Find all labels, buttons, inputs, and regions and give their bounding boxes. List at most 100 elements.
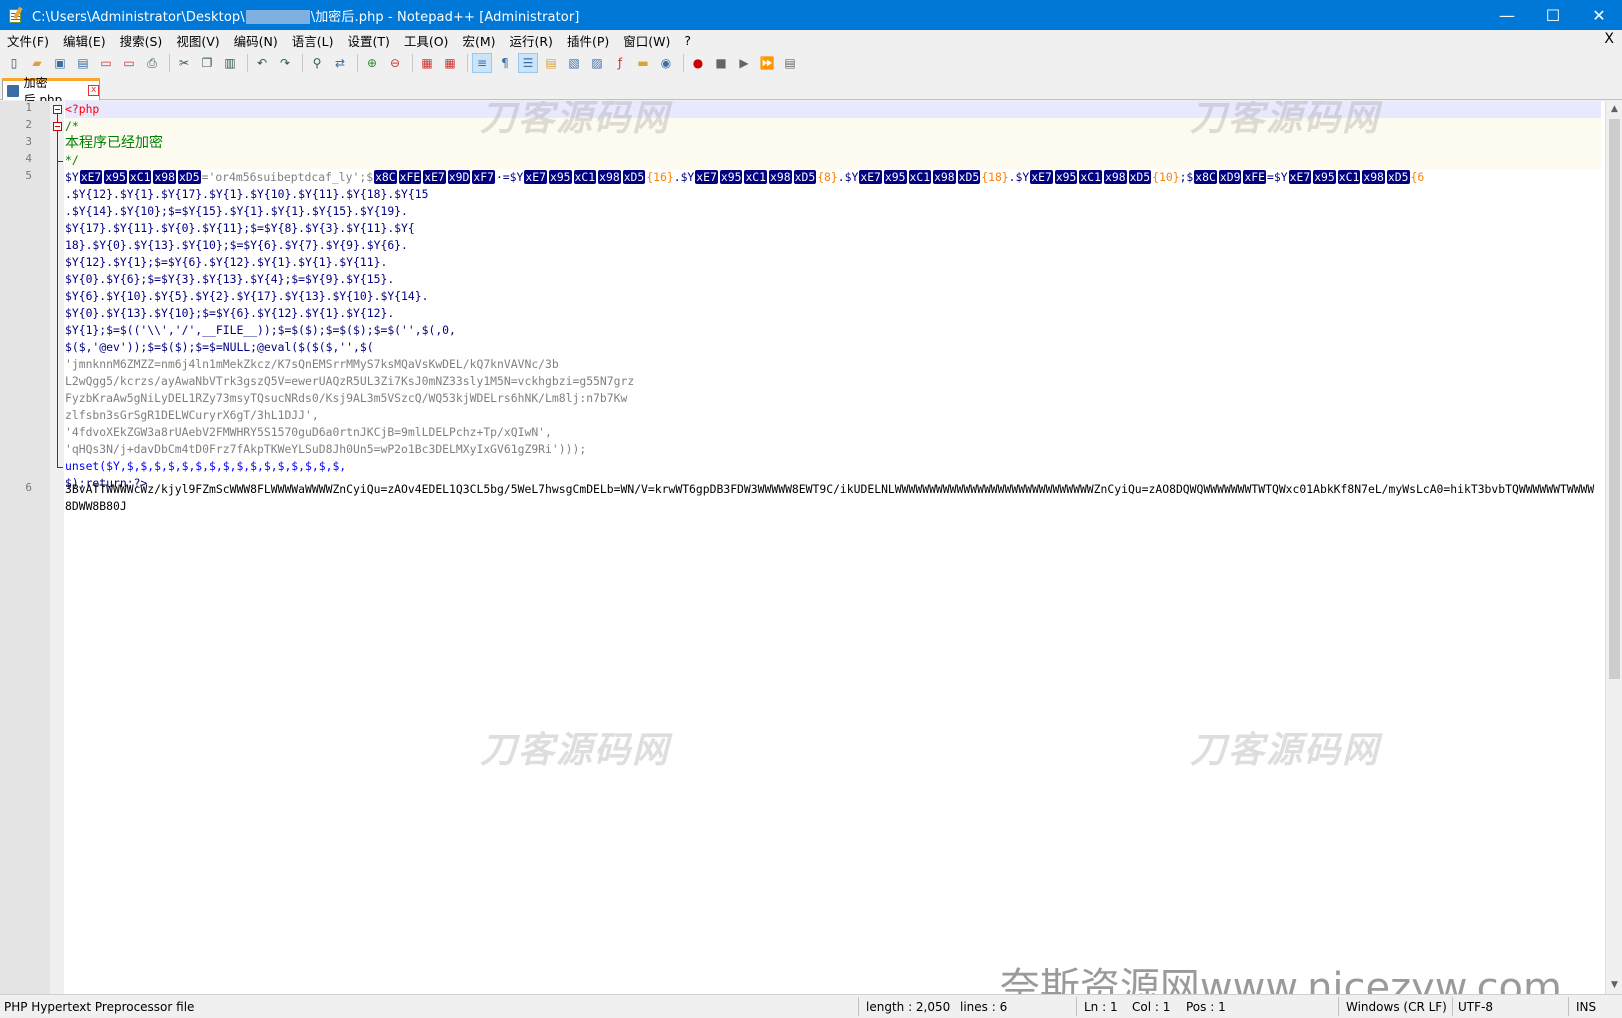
code-line-5-wrap: .$Y{14}.$Y{10};$=$Y{15}.$Y{1}.$Y{1}.$Y{1… [65,204,408,218]
scroll-up-icon[interactable]: ▲ [1606,101,1622,118]
status-encoding: UTF-8 [1458,1000,1493,1014]
doc-map-icon[interactable]: ▧ [564,53,584,73]
redo-icon[interactable]: ↷ [275,53,295,73]
close-window-button[interactable]: ✕ [1576,0,1622,30]
status-bar: PHP Hypertext Preprocessor file length :… [0,994,1622,1018]
line-number-gutter: 1 2 3 4 5 6 [0,101,50,994]
indent-guide-icon[interactable]: ☰ [518,53,538,73]
menu-help[interactable]: ? [677,33,698,48]
line-number: 2 [25,118,32,131]
code-line-5-wrap: $Y{6}.$Y{10}.$Y{5}.$Y{2}.$Y{17}.$Y{13}.$… [65,289,429,303]
close-document-button[interactable]: X [1604,31,1614,47]
code-line-5-wrap: 18}.$Y{0}.$Y{13}.$Y{10};$=$Y{6}.$Y{7}.$Y… [65,238,408,252]
record-macro-icon[interactable]: ● [688,53,708,73]
menu-search[interactable]: 搜索(S) [113,31,170,50]
status-separator [858,997,859,1016]
status-separator [1076,997,1077,1016]
watermark-text: 刀客源码网 [1190,101,1381,139]
stop-macro-icon[interactable]: ■ [711,53,731,73]
status-length: length : 2,050 [866,1000,951,1014]
paste-icon[interactable]: ▥ [220,53,240,73]
toolbar-separator [412,54,413,72]
toolbar: ▯ ▰ ▣ ▤ ▭ ▭ ⎙ ✂ ❐ ▥ ↶ ↷ ⚲ ⇄ ⊕ ⊖ ▦ ▦ ≡ ¶ … [0,50,1622,76]
vertical-scrollbar[interactable]: ▲ ▼ [1605,101,1622,994]
fold-margin [50,101,64,994]
status-ln: Ln : 1 [1084,1000,1118,1014]
menu-edit[interactable]: 编辑(E) [56,31,113,50]
menu-plugins[interactable]: 插件(P) [560,31,616,50]
status-lines: lines : 6 [960,1000,1008,1014]
close-tab-icon[interactable]: x [88,85,100,96]
close-icon[interactable]: ▭ [96,53,116,73]
undo-icon[interactable]: ↶ [252,53,272,73]
save-all-icon[interactable]: ▤ [73,53,93,73]
fold-toggle-icon[interactable] [53,122,62,131]
sync-v-icon[interactable]: ▦ [417,53,437,73]
menu-encoding[interactable]: 编码(N) [227,31,285,50]
open-file-icon[interactable]: ▰ [27,53,47,73]
status-separator [1452,997,1453,1016]
menu-window[interactable]: 窗口(W) [616,31,677,50]
menu-bar: 文件(F) 编辑(E) 搜索(S) 视图(V) 编码(N) 语言(L) 设置(T… [0,30,1622,50]
menu-run[interactable]: 运行(R) [502,31,559,50]
line-number: 6 [25,481,32,494]
status-separator [1338,997,1339,1016]
copy-icon[interactable]: ❐ [197,53,217,73]
code-line-5-wrap: $($,'@ev'));$=$($);$=$=NULL;@eval($($($,… [65,340,374,354]
fold-end [57,161,63,162]
code-line-5-wrap: $Y{0}.$Y{6};$=$Y{3}.$Y{13}.$Y{4};$=$Y{9}… [65,272,395,286]
code-line-5-wrap: $Y{17}.$Y{11}.$Y{0}.$Y{11};$=$Y{8}.$Y{3}… [65,221,415,235]
code-line-5-wrap: $Y{1};$=$(('\\','/',__FILE__));$=$($);$=… [65,323,456,337]
title-bar: C:\Users\Administrator\Desktop\ \加密后.php … [0,0,1622,30]
save-macro-icon[interactable]: ▤ [780,53,800,73]
save-icon[interactable]: ▣ [50,53,70,73]
toolbar-separator [247,54,248,72]
doc-list-icon[interactable]: ▨ [587,53,607,73]
status-file-type: PHP Hypertext Preprocessor file [4,1000,195,1014]
notepad-plus-plus-icon [8,6,24,23]
cut-icon[interactable]: ✂ [174,53,194,73]
code-line-5-wrap: zlfsbn3sGrSgR1DELWCuryrX6gT/3hL1DJJ', [65,408,319,422]
folder-workspace-icon[interactable]: ▬ [633,53,653,73]
status-eol: Windows (CR LF) [1346,1000,1447,1014]
monitor-icon[interactable]: ◉ [656,53,676,73]
close-all-icon[interactable]: ▭ [119,53,139,73]
run-macro-multiple-icon[interactable]: ⏩ [757,53,777,73]
minimize-button[interactable]: — [1484,0,1530,30]
line-number: 3 [25,135,32,148]
tab-encrypted-php[interactable]: 加密后.php x [2,76,100,107]
code-line-4: */ [65,152,1601,169]
udl-icon[interactable]: ▤ [541,53,561,73]
all-chars-icon[interactable]: ¶ [495,53,515,73]
menu-tools[interactable]: 工具(O) [397,31,456,50]
zoom-in-icon[interactable]: ⊕ [362,53,382,73]
print-icon[interactable]: ⎙ [142,53,162,73]
window-controls: — ☐ ✕ [1484,0,1622,30]
menu-file[interactable]: 文件(F) [0,31,56,50]
menu-view[interactable]: 视图(V) [169,31,226,50]
scroll-thumb[interactable] [1609,119,1620,679]
zoom-out-icon[interactable]: ⊖ [385,53,405,73]
word-wrap-icon[interactable]: ≡ [472,53,492,73]
window-title: C:\Users\Administrator\Desktop\ \加密后.php … [32,9,580,25]
status-mode: INS [1576,1000,1597,1014]
menu-settings[interactable]: 设置(T) [340,31,396,50]
maximize-button[interactable]: ☐ [1530,0,1576,30]
code-view[interactable]: <?php /* 本程序已经加密 */ $Y xE7 x95 xC1 x98 xD5 ='o… [65,101,1601,994]
sync-h-icon[interactable]: ▦ [440,53,460,73]
menu-language[interactable]: 语言(L) [285,31,341,50]
fold-line [57,131,58,467]
play-macro-icon[interactable]: ▶ [734,53,754,73]
new-file-icon[interactable]: ▯ [4,53,24,73]
scroll-down-icon[interactable]: ▼ [1606,977,1622,994]
menu-macro[interactable]: 宏(M) [455,31,502,50]
fold-end [57,467,63,468]
function-list-icon[interactable]: ƒ [610,53,630,73]
find-icon[interactable]: ⚲ [307,53,327,73]
editor-area[interactable]: 1 2 3 4 5 6 <?php /* 本程序已经加密 */ $Y xE7 x95… [0,101,1622,994]
fold-toggle-icon[interactable] [53,105,62,114]
code-line-6: 3BvATTWWWWcWz/kjyl9FZmScWWW8FLWWWWaWWWWZ… [65,482,1595,513]
replace-icon[interactable]: ⇄ [330,53,350,73]
code-line-5: $Y xE7 x95 xC1 x98 xD5 ='or4m56suibeptdcaf_ly'… [65,170,1425,184]
file-icon [7,84,19,97]
